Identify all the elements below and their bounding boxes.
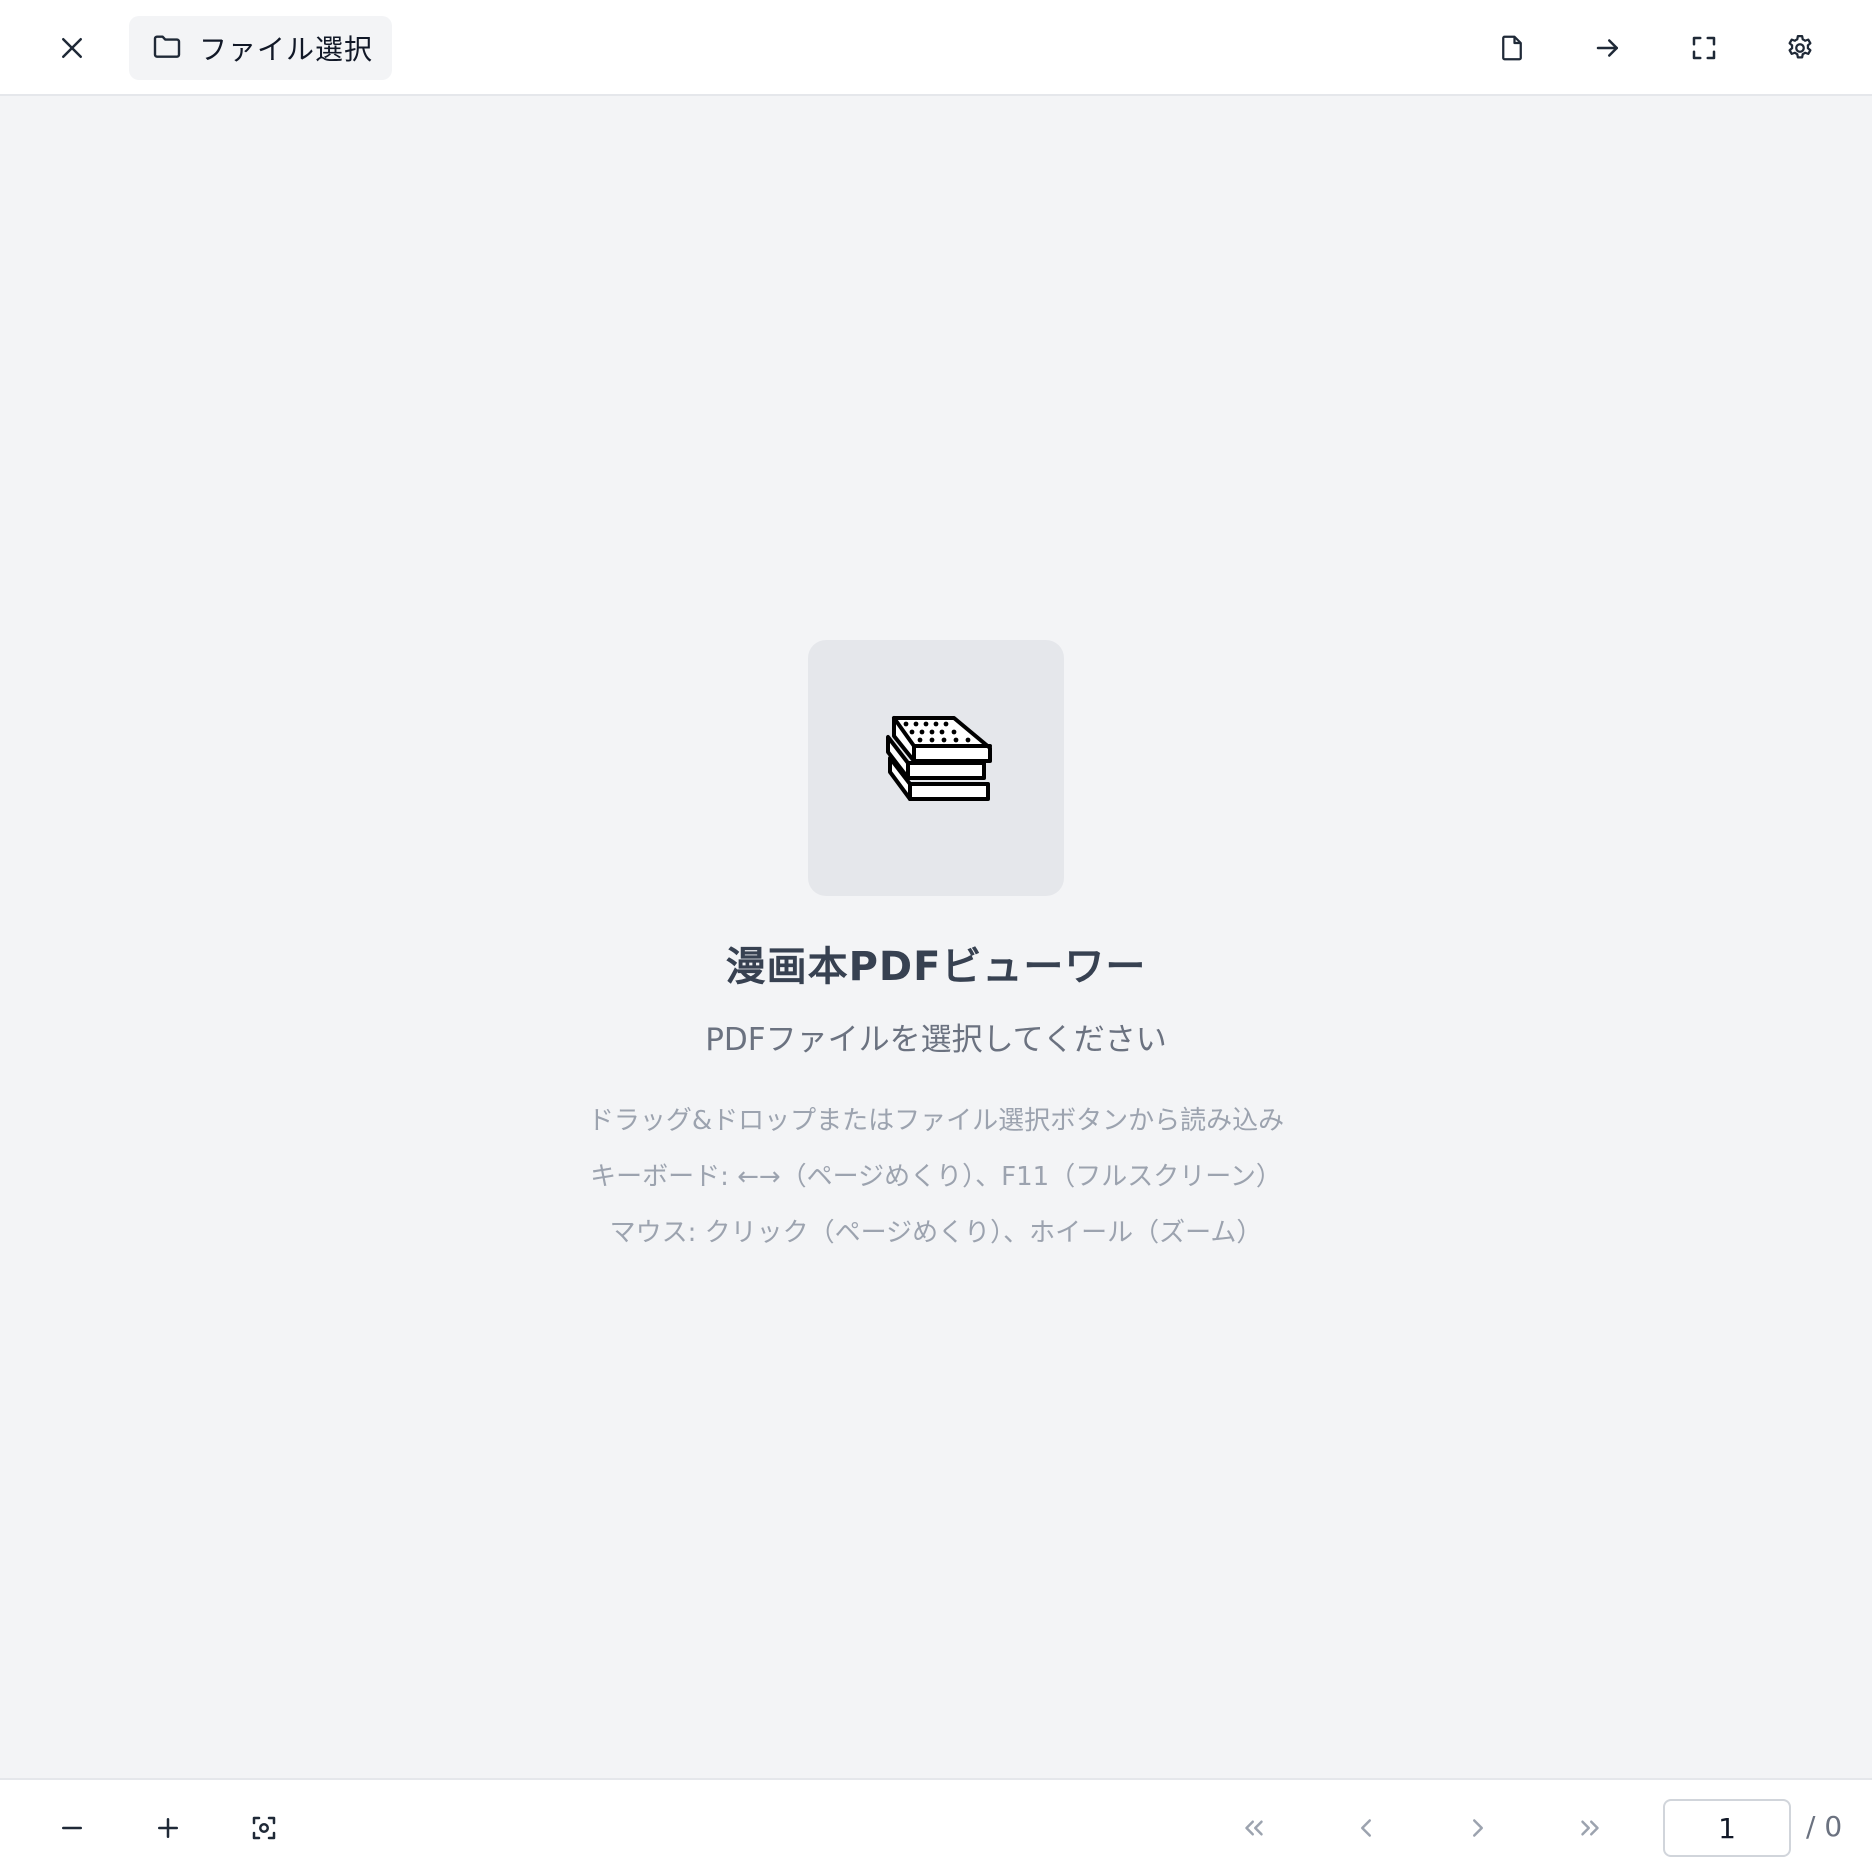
- app-subtitle: PDFファイルを選択してください: [705, 1022, 1167, 1058]
- minus-icon: [57, 1813, 87, 1843]
- welcome-panel: 漫画本PDFビューワー PDFファイルを選択してください ドラッグ&ドロップまた…: [0, 640, 1872, 1261]
- bottom-toolbar: / 0: [0, 1778, 1872, 1876]
- file-select-button[interactable]: ファイル選択: [129, 16, 392, 80]
- hint-drag-drop: ドラッグ&ドロップまたはファイル選択ボタンから読み込み: [587, 1106, 1285, 1136]
- chevrons-right-icon: [1575, 1813, 1605, 1843]
- close-button[interactable]: [44, 20, 100, 76]
- chevron-left-icon: [1351, 1813, 1381, 1843]
- plus-icon: [153, 1813, 183, 1843]
- close-icon: [57, 33, 87, 63]
- app-logo: [808, 640, 1064, 896]
- zoom-out-button[interactable]: [44, 1800, 100, 1856]
- reading-direction-button[interactable]: [1580, 20, 1636, 76]
- chevron-right-icon: [1463, 1813, 1493, 1843]
- hint-keyboard: キーボード: ←→（ページめくり）、F11（フルスクリーン）: [590, 1162, 1282, 1192]
- gear-icon: [1785, 33, 1815, 63]
- top-toolbar: ファイル選択: [0, 0, 1872, 96]
- fit-page-button[interactable]: [236, 1800, 292, 1856]
- hint-mouse: マウス: クリック（ページめくり）、ホイール（ズーム）: [609, 1218, 1263, 1248]
- page-number-input[interactable]: [1663, 1799, 1791, 1857]
- chevrons-left-icon: [1239, 1813, 1269, 1843]
- usage-hints: ドラッグ&ドロップまたはファイル選択ボタンから読み込み キーボード: ←→（ペー…: [0, 1093, 1872, 1261]
- books-stack-icon: [876, 706, 996, 830]
- focus-icon: [249, 1813, 279, 1843]
- fullscreen-icon: [1689, 33, 1719, 63]
- fullscreen-button[interactable]: [1676, 20, 1732, 76]
- zoom-in-button[interactable]: [140, 1800, 196, 1856]
- page-total: / 0: [1806, 1810, 1843, 1843]
- settings-button[interactable]: [1772, 20, 1828, 76]
- folder-icon: [151, 30, 183, 66]
- file-icon: [1497, 33, 1527, 63]
- arrow-right-icon: [1593, 33, 1623, 63]
- first-page-button[interactable]: [1226, 1800, 1282, 1856]
- next-page-button[interactable]: [1450, 1800, 1506, 1856]
- open-file-button[interactable]: [1484, 20, 1540, 76]
- prev-page-button[interactable]: [1338, 1800, 1394, 1856]
- file-select-label: ファイル選択: [199, 33, 374, 66]
- app-title: 漫画本PDFビューワー: [725, 944, 1147, 990]
- last-page-button[interactable]: [1562, 1800, 1618, 1856]
